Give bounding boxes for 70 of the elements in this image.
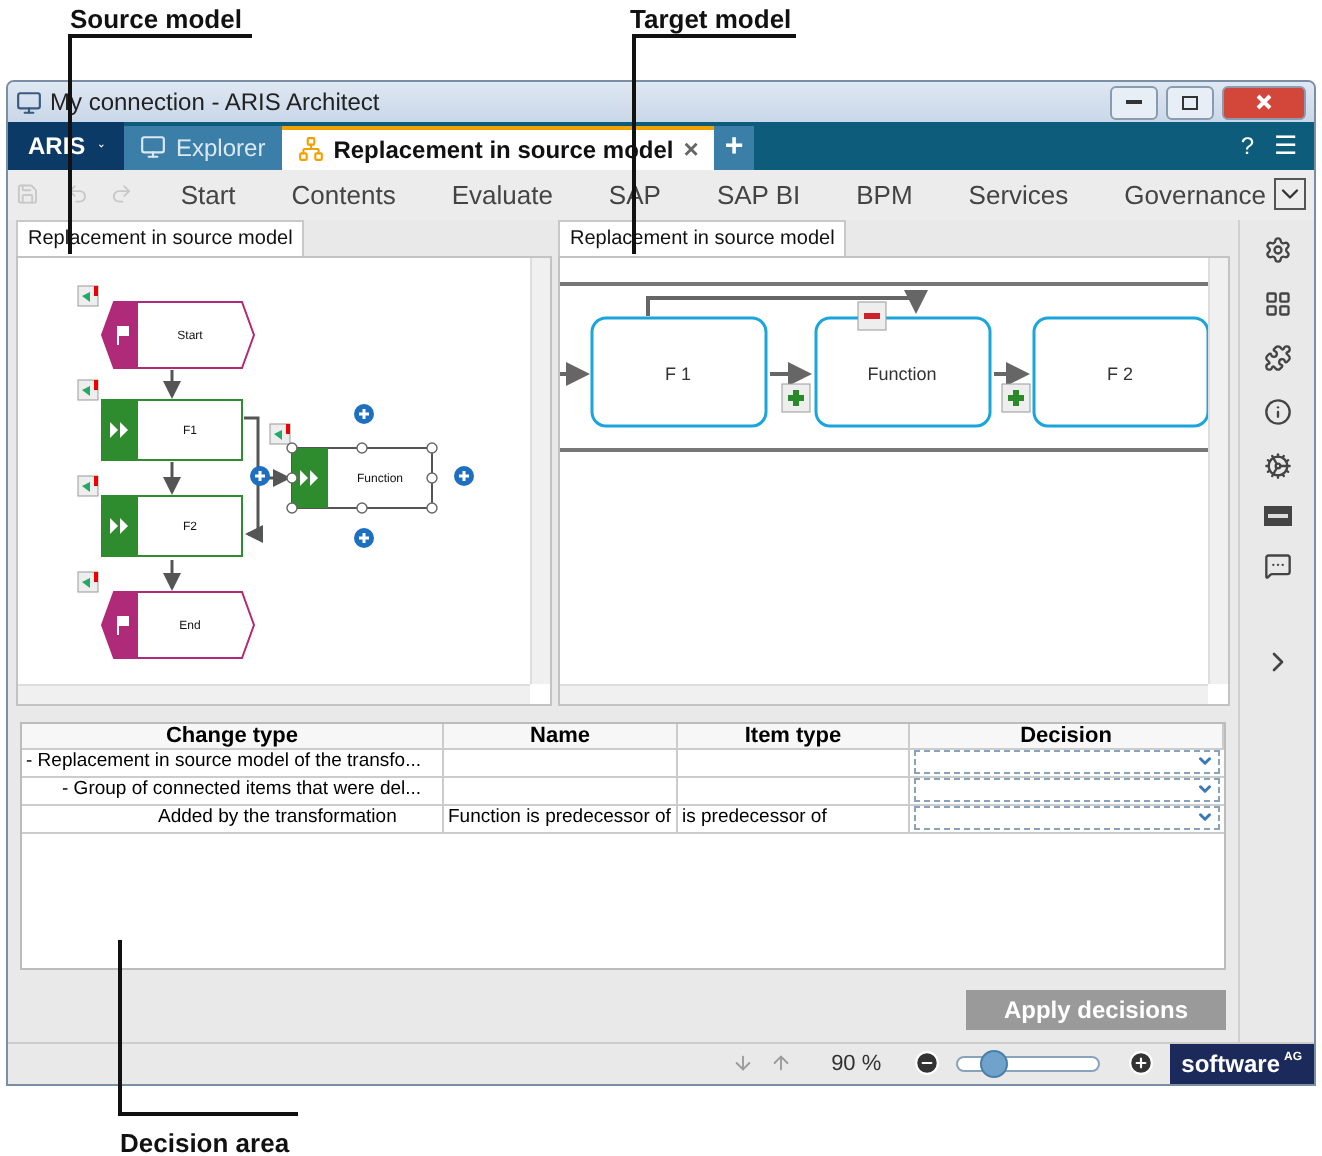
- decision-dropdown[interactable]: [914, 777, 1220, 802]
- warning-icon: [77, 474, 99, 496]
- add-icon: [1001, 382, 1031, 412]
- expand-ribbon-icon[interactable]: [1273, 178, 1306, 211]
- connector-arrow: [994, 361, 1030, 386]
- add-icon[interactable]: [354, 403, 374, 424]
- ribbon-tab[interactable]: Evaluate: [451, 179, 553, 210]
- help-button[interactable]: ?: [1240, 122, 1254, 170]
- close-icon: [1256, 94, 1272, 111]
- hierarchy-icon: [297, 136, 324, 163]
- table-cell: Function is predecessor of: [444, 805, 678, 832]
- warning-icon: [77, 284, 99, 306]
- app-icon: [16, 89, 42, 116]
- menu-button[interactable]: ☰: [1274, 122, 1298, 170]
- comment-icon[interactable]: [1263, 551, 1291, 580]
- maximize-button[interactable]: [1166, 85, 1214, 120]
- callout-label: Source model: [70, 4, 242, 34]
- zoom-out-icon[interactable]: [913, 1050, 940, 1077]
- connector-arrow: [163, 461, 181, 495]
- table-cell: - Group of connected items that were del...: [22, 777, 444, 804]
- add-icon[interactable]: [454, 465, 474, 486]
- slider-thumb[interactable]: [980, 1049, 1009, 1078]
- puzzle-icon[interactable]: [1263, 343, 1291, 372]
- add-icon[interactable]: [354, 527, 374, 548]
- ribbon-tab[interactable]: Governance: [1124, 179, 1266, 210]
- connector-arrow: [163, 369, 181, 399]
- ribbon-tab[interactable]: Start: [180, 179, 236, 210]
- zoom-value: 90 %: [831, 1051, 882, 1076]
- ribbon-tab[interactable]: SAP BI: [716, 179, 801, 210]
- zoom-in-icon[interactable]: [1127, 1050, 1154, 1077]
- remove-icon: [857, 300, 887, 330]
- ribbon-tab[interactable]: Contents: [291, 179, 396, 210]
- connector-arrow: [560, 361, 590, 386]
- minimize-button[interactable]: [1110, 85, 1158, 120]
- table-cell: Added by the transformation: [22, 805, 444, 832]
- add-icon[interactable]: [250, 465, 270, 486]
- add-icon: [781, 382, 811, 412]
- aris-menu[interactable]: ARIS: [8, 122, 124, 170]
- monitor-icon: [140, 134, 166, 161]
- warning-icon: [77, 570, 99, 592]
- ribbon-tab[interactable]: Services: [968, 179, 1069, 210]
- column-header: Item type: [678, 723, 910, 748]
- connector-arrow: [163, 559, 181, 591]
- decision-dropdown[interactable]: [914, 749, 1220, 774]
- column-header: Change type: [22, 723, 444, 748]
- info-icon[interactable]: [1263, 397, 1291, 426]
- column-header: Decision: [910, 723, 1224, 748]
- function-node[interactable]: Function: [814, 315, 992, 427]
- callout-label: Target model: [630, 4, 792, 34]
- text-field-icon[interactable]: [1263, 505, 1291, 526]
- callout-label: Decision area: [120, 1128, 290, 1156]
- gear-icon[interactable]: [1263, 451, 1291, 480]
- warning-icon: [269, 422, 291, 444]
- connector-arrow: [770, 361, 812, 386]
- new-tab-button[interactable]: +: [714, 126, 754, 170]
- decision-dropdown[interactable]: [914, 805, 1220, 830]
- maximize-icon: [1182, 95, 1198, 110]
- ribbon-tab[interactable]: BPM: [856, 179, 913, 210]
- close-button[interactable]: [1222, 85, 1306, 120]
- table-cell: - Replacement in source model of the transfo...: [22, 749, 444, 776]
- app-tab[interactable]: Explorer: [124, 126, 282, 170]
- table-cell: is predecessor of: [678, 805, 910, 832]
- column-header: Name: [444, 723, 678, 748]
- warning-icon: [77, 378, 99, 400]
- function-node[interactable]: F 2: [1032, 315, 1208, 427]
- minimize-icon: [1126, 99, 1142, 106]
- settings-icon[interactable]: [1263, 235, 1291, 264]
- zoom-slider[interactable]: [955, 1055, 1100, 1072]
- function-node[interactable]: F 1: [590, 315, 768, 427]
- layout-icon[interactable]: [1263, 289, 1291, 318]
